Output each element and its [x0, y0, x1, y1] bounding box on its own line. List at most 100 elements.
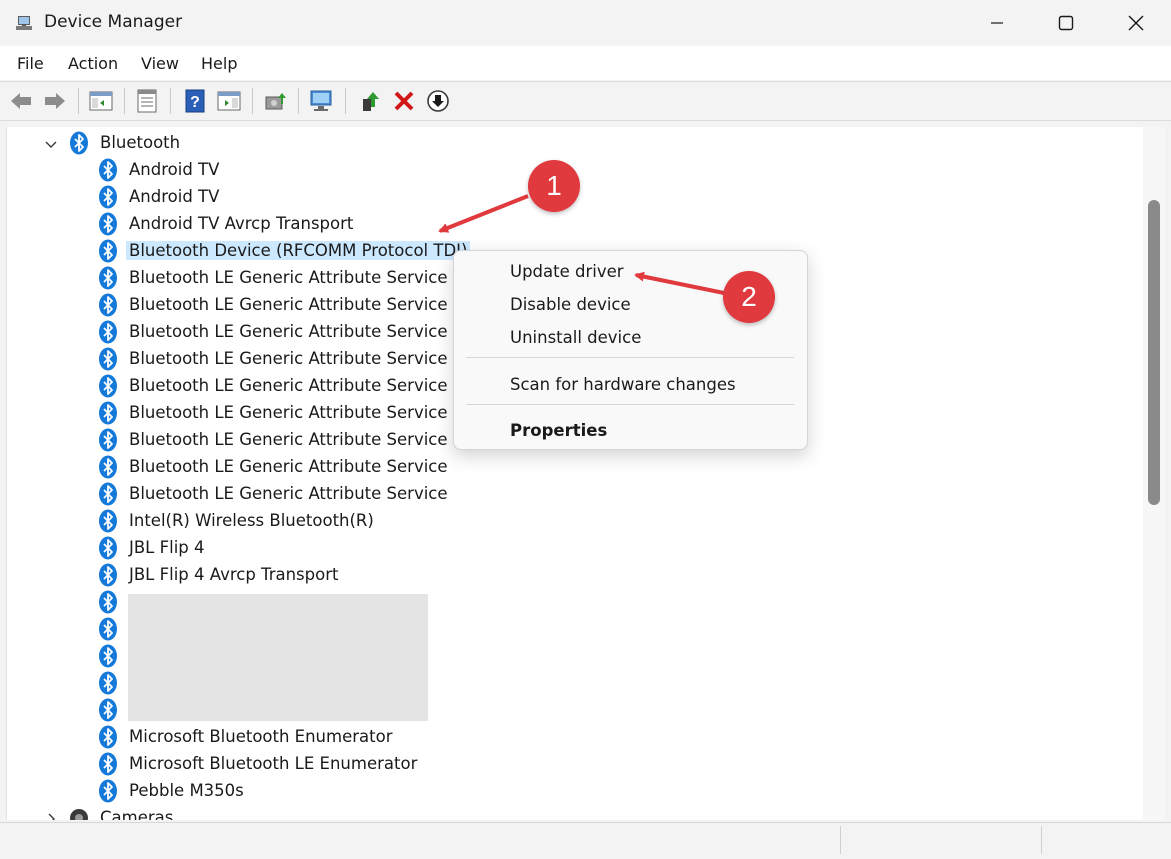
back-button[interactable]: [8, 88, 34, 114]
tree-category-cameras[interactable]: Cameras: [69, 804, 176, 820]
maximize-button[interactable]: [1031, 0, 1101, 46]
category-label: Cameras: [100, 808, 174, 820]
close-button[interactable]: [1101, 0, 1171, 46]
device-list-item[interactable]: [98, 696, 132, 723]
title-bar[interactable]: Device Manager: [0, 0, 1171, 46]
disable-device-toolbar-button[interactable]: [425, 88, 451, 114]
device-list-item[interactable]: Microsoft Bluetooth LE Enumerator: [98, 750, 420, 777]
device-list-item[interactable]: Bluetooth LE Generic Attribute Service: [98, 291, 451, 318]
scan-hardware-menu-item[interactable]: Scan for hardware changes: [510, 375, 736, 394]
enable-device-icon: [363, 92, 379, 111]
menu-help[interactable]: Help: [201, 54, 237, 73]
bluetooth-icon: [99, 536, 117, 559]
device-label: Bluetooth Device (RFCOMM Protocol TDI): [126, 241, 471, 260]
device-tree[interactable]: Bluetooth Android TV Android TV Android TV …: [6, 127, 1144, 820]
help-toolbar-button[interactable]: ?: [182, 88, 208, 114]
bluetooth-icon: [99, 455, 117, 478]
device-list-item[interactable]: [98, 669, 132, 696]
device-list-item[interactable]: JBL Flip 4 Avrcp Transport: [98, 561, 341, 588]
properties-toolbar-button[interactable]: [134, 88, 160, 114]
menu-view[interactable]: View: [141, 54, 179, 73]
menu-file[interactable]: File: [17, 54, 44, 73]
device-list-item[interactable]: Bluetooth LE Generic Attribute Service: [98, 399, 451, 426]
forward-button[interactable]: [42, 88, 68, 114]
bluetooth-icon: [99, 185, 117, 208]
bluetooth-icon: [99, 779, 117, 802]
annotation-badge-2: 2: [723, 271, 775, 323]
toolbar-separator: [170, 88, 171, 114]
device-list-item[interactable]: Bluetooth LE Generic Attribute Service: [98, 264, 451, 291]
status-bar-divider: [1041, 826, 1042, 854]
menu-separator: [466, 404, 794, 405]
device-manager-window: Device Manager File Action View Help ? B…: [0, 0, 1171, 859]
device-label: Microsoft Bluetooth LE Enumerator: [129, 754, 418, 773]
action-pane-icon: [217, 91, 241, 111]
device-label: Android TV Avrcp Transport: [129, 214, 354, 233]
bluetooth-icon: [99, 725, 117, 748]
expand-chevron-icon[interactable]: [44, 811, 58, 820]
menu-bar: File Action View Help: [0, 46, 1171, 80]
bluetooth-icon: [99, 428, 117, 451]
device-list-item[interactable]: Intel(R) Wireless Bluetooth(R): [98, 507, 377, 534]
toolbar-separator: [78, 88, 79, 114]
bluetooth-icon: [99, 563, 117, 586]
device-list-item[interactable]: Bluetooth LE Generic Attribute Service: [98, 318, 451, 345]
device-label: JBL Flip 4: [129, 538, 205, 557]
bluetooth-icon: [99, 212, 117, 235]
device-label: Bluetooth LE Generic Attribute Service: [129, 376, 448, 395]
device-list-item[interactable]: Pebble M350s: [98, 777, 247, 804]
status-bar: [0, 822, 1171, 859]
red-x-icon: [394, 91, 414, 111]
minimize-button[interactable]: [962, 0, 1032, 46]
menu-separator: [466, 357, 794, 358]
enable-device-toolbar-button[interactable]: [358, 88, 384, 114]
bluetooth-icon: [99, 158, 117, 181]
scrollbar-thumb[interactable]: [1148, 200, 1160, 505]
update-driver-menu-item[interactable]: Update driver: [510, 262, 624, 281]
disable-device-menu-item[interactable]: Disable device: [510, 295, 631, 314]
device-list-item[interactable]: Bluetooth LE Generic Attribute Service: [98, 372, 451, 399]
console-tree-icon: [89, 91, 113, 111]
tree-category-bluetooth[interactable]: Bluetooth: [69, 129, 183, 156]
help-question-icon: ?: [185, 89, 205, 113]
bluetooth-icon: [99, 266, 117, 289]
device-list-item[interactable]: [98, 642, 132, 669]
toolbar-separator: [124, 88, 125, 114]
down-arrow-circle-icon: [427, 90, 449, 112]
device-list-item[interactable]: Bluetooth LE Generic Attribute Service: [98, 426, 451, 453]
action-pane-button[interactable]: [216, 88, 242, 114]
device-list-item[interactable]: JBL Flip 4: [98, 534, 208, 561]
camera-icon: [70, 808, 88, 820]
update-driver-toolbar-button[interactable]: [263, 88, 289, 114]
properties-sheet-icon: [137, 89, 157, 113]
toolbar-separator: [345, 88, 346, 114]
device-list-item[interactable]: Bluetooth LE Generic Attribute Service: [98, 480, 451, 507]
device-list-item[interactable]: Bluetooth Device (RFCOMM Protocol TDI): [98, 237, 471, 264]
bluetooth-icon: [99, 617, 117, 640]
scan-hardware-toolbar-button[interactable]: [309, 88, 335, 114]
show-hide-console-tree-button[interactable]: [88, 88, 114, 114]
uninstall-device-menu-item[interactable]: Uninstall device: [510, 328, 641, 347]
device-list-item[interactable]: Android TV: [98, 183, 222, 210]
device-label: Pebble M350s: [129, 781, 244, 800]
device-list-item[interactable]: Android TV: [98, 156, 222, 183]
collapse-chevron-icon[interactable]: [44, 136, 58, 150]
device-list-item[interactable]: [98, 615, 132, 642]
toolbar: ?: [0, 81, 1171, 121]
properties-menu-item[interactable]: Properties: [510, 421, 607, 440]
device-list-item[interactable]: Android TV Avrcp Transport: [98, 210, 356, 237]
device-label: JBL Flip 4 Avrcp Transport: [129, 565, 339, 584]
uninstall-device-toolbar-button[interactable]: [391, 88, 417, 114]
bluetooth-icon: [99, 752, 117, 775]
device-list-item[interactable]: Microsoft Bluetooth Enumerator: [98, 723, 395, 750]
device-list-item[interactable]: [98, 588, 132, 615]
device-label: Bluetooth LE Generic Attribute Service: [129, 484, 448, 503]
bluetooth-icon: [99, 509, 117, 532]
device-list-item[interactable]: Bluetooth LE Generic Attribute Service: [98, 453, 451, 480]
menu-action[interactable]: Action: [68, 54, 118, 73]
forward-arrow-icon: [45, 93, 65, 109]
device-list-item[interactable]: Bluetooth LE Generic Attribute Service: [98, 345, 451, 372]
device-label: Bluetooth LE Generic Attribute Service: [129, 322, 448, 341]
bluetooth-icon: [99, 239, 117, 262]
bluetooth-icon: [99, 293, 117, 316]
